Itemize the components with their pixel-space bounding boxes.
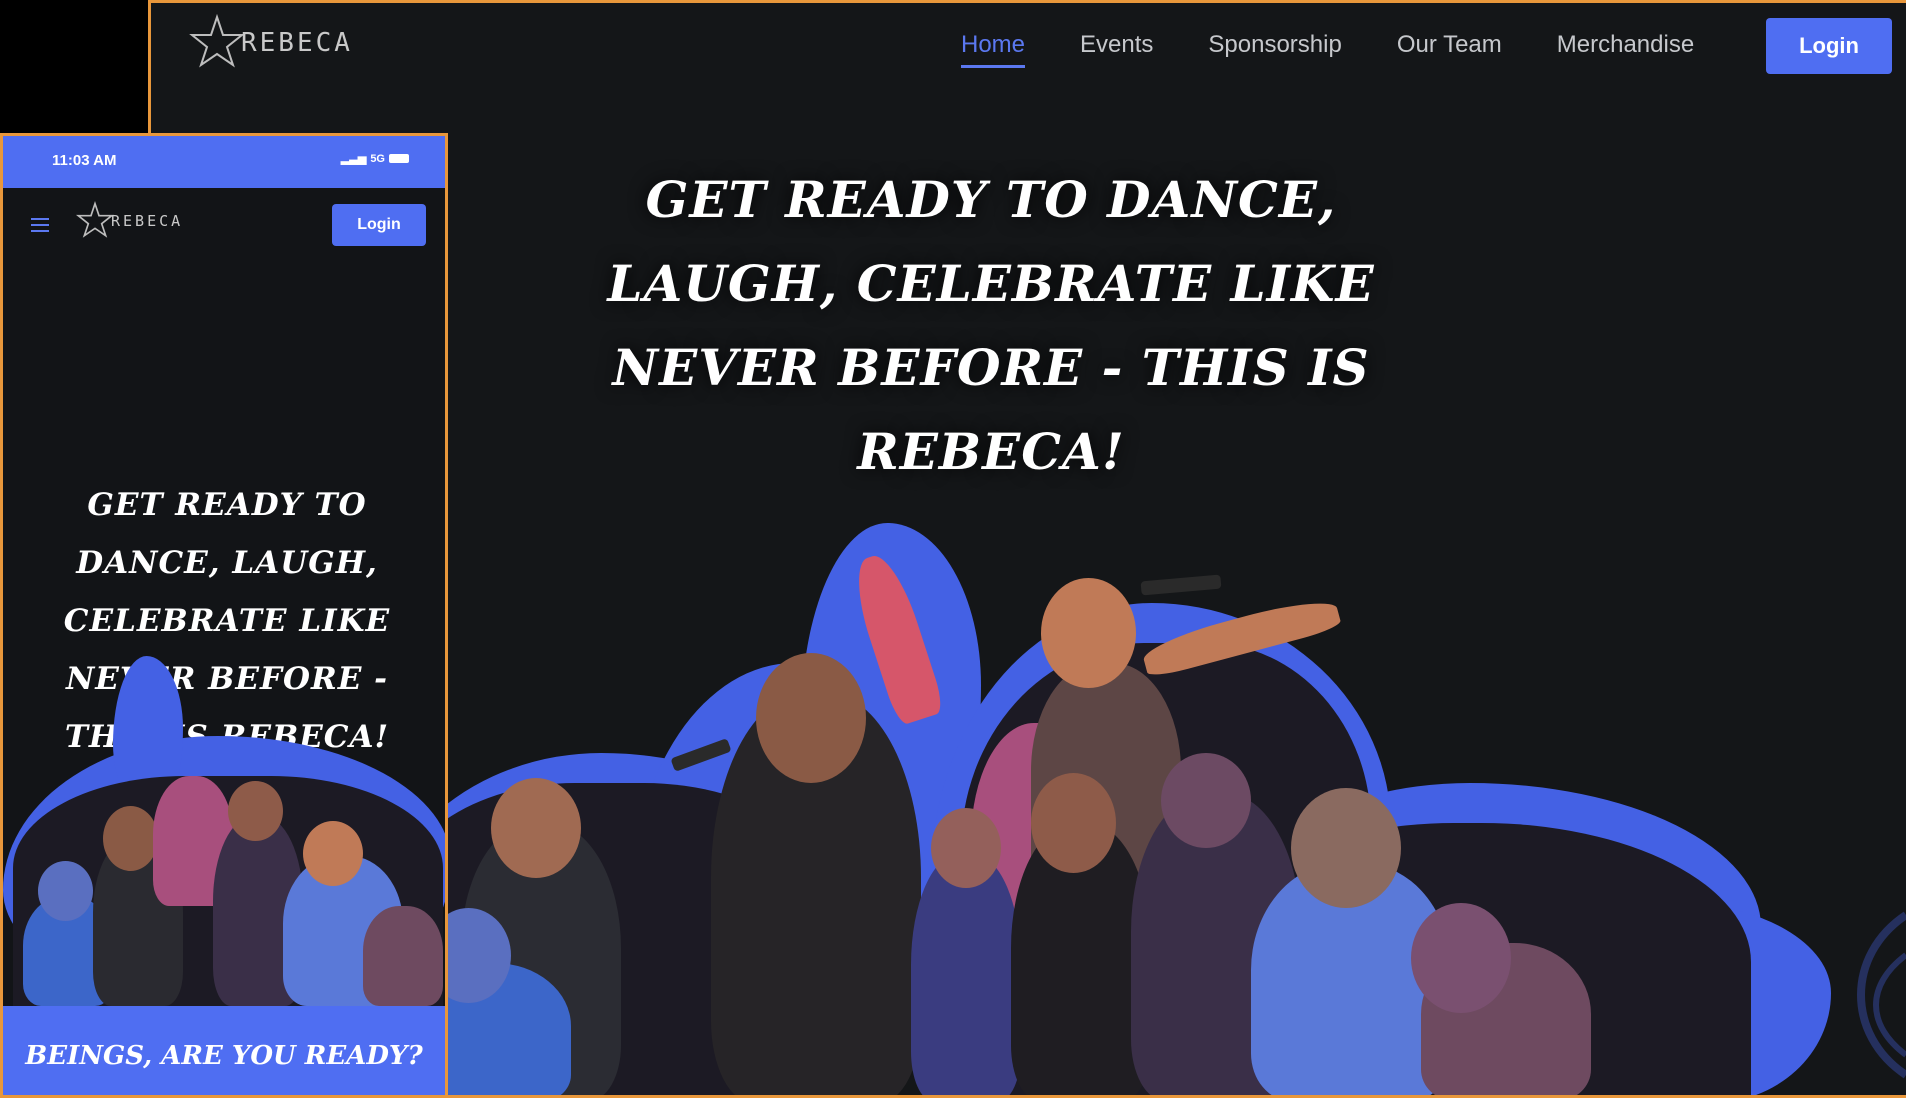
star-logo-icon bbox=[189, 13, 245, 68]
nav-link-sponsorship[interactable]: Sponsorship bbox=[1208, 31, 1341, 68]
mobile-tagline: Beings, are you ready? bbox=[25, 1041, 423, 1071]
desktop-navbar: REBECA Home Events Sponsorship Our Team … bbox=[151, 3, 1906, 98]
nav-link-merchandise[interactable]: Merchandise bbox=[1557, 31, 1694, 68]
status-time: 11:03 AM bbox=[52, 152, 117, 169]
battery-icon bbox=[389, 154, 409, 163]
hero-headline: Get ready to dance, laugh, celebrate lik… bbox=[607, 170, 1375, 481]
star-logo-icon bbox=[75, 201, 115, 238]
signal-icon: ▂▃▅ bbox=[340, 153, 367, 165]
nav-link-our-team[interactable]: Our Team bbox=[1397, 31, 1502, 68]
nav-link-home[interactable]: Home bbox=[961, 31, 1026, 68]
nav-link-events[interactable]: Events bbox=[1080, 31, 1153, 68]
mobile-login-button[interactable]: Login bbox=[332, 204, 426, 246]
desktop-nav-links: Home Events Sponsorship Our Team Merchan… bbox=[961, 31, 1749, 68]
login-button[interactable]: Login bbox=[1766, 18, 1892, 74]
rebeca-logo-mobile[interactable]: REBECA bbox=[75, 201, 183, 241]
logo-text: REBECA bbox=[111, 212, 184, 230]
performers-collage-image bbox=[371, 523, 1906, 1095]
mobile-performers-collage-image bbox=[3, 656, 445, 1016]
status-signal: ▂▃▅ 5G bbox=[341, 152, 409, 165]
logo-text: REBECA bbox=[241, 28, 353, 58]
network-label: 5G bbox=[370, 152, 385, 165]
hamburger-menu-icon[interactable] bbox=[31, 218, 49, 236]
mobile-status-bar: 11:03 AM ▂▃▅ 5G bbox=[3, 136, 445, 188]
mobile-view: 11:03 AM ▂▃▅ 5G REBECA Login Get ready t… bbox=[0, 133, 448, 1098]
rebeca-logo[interactable]: REBECA bbox=[187, 13, 353, 73]
decorative-swirl-icon bbox=[1857, 911, 1906, 1079]
